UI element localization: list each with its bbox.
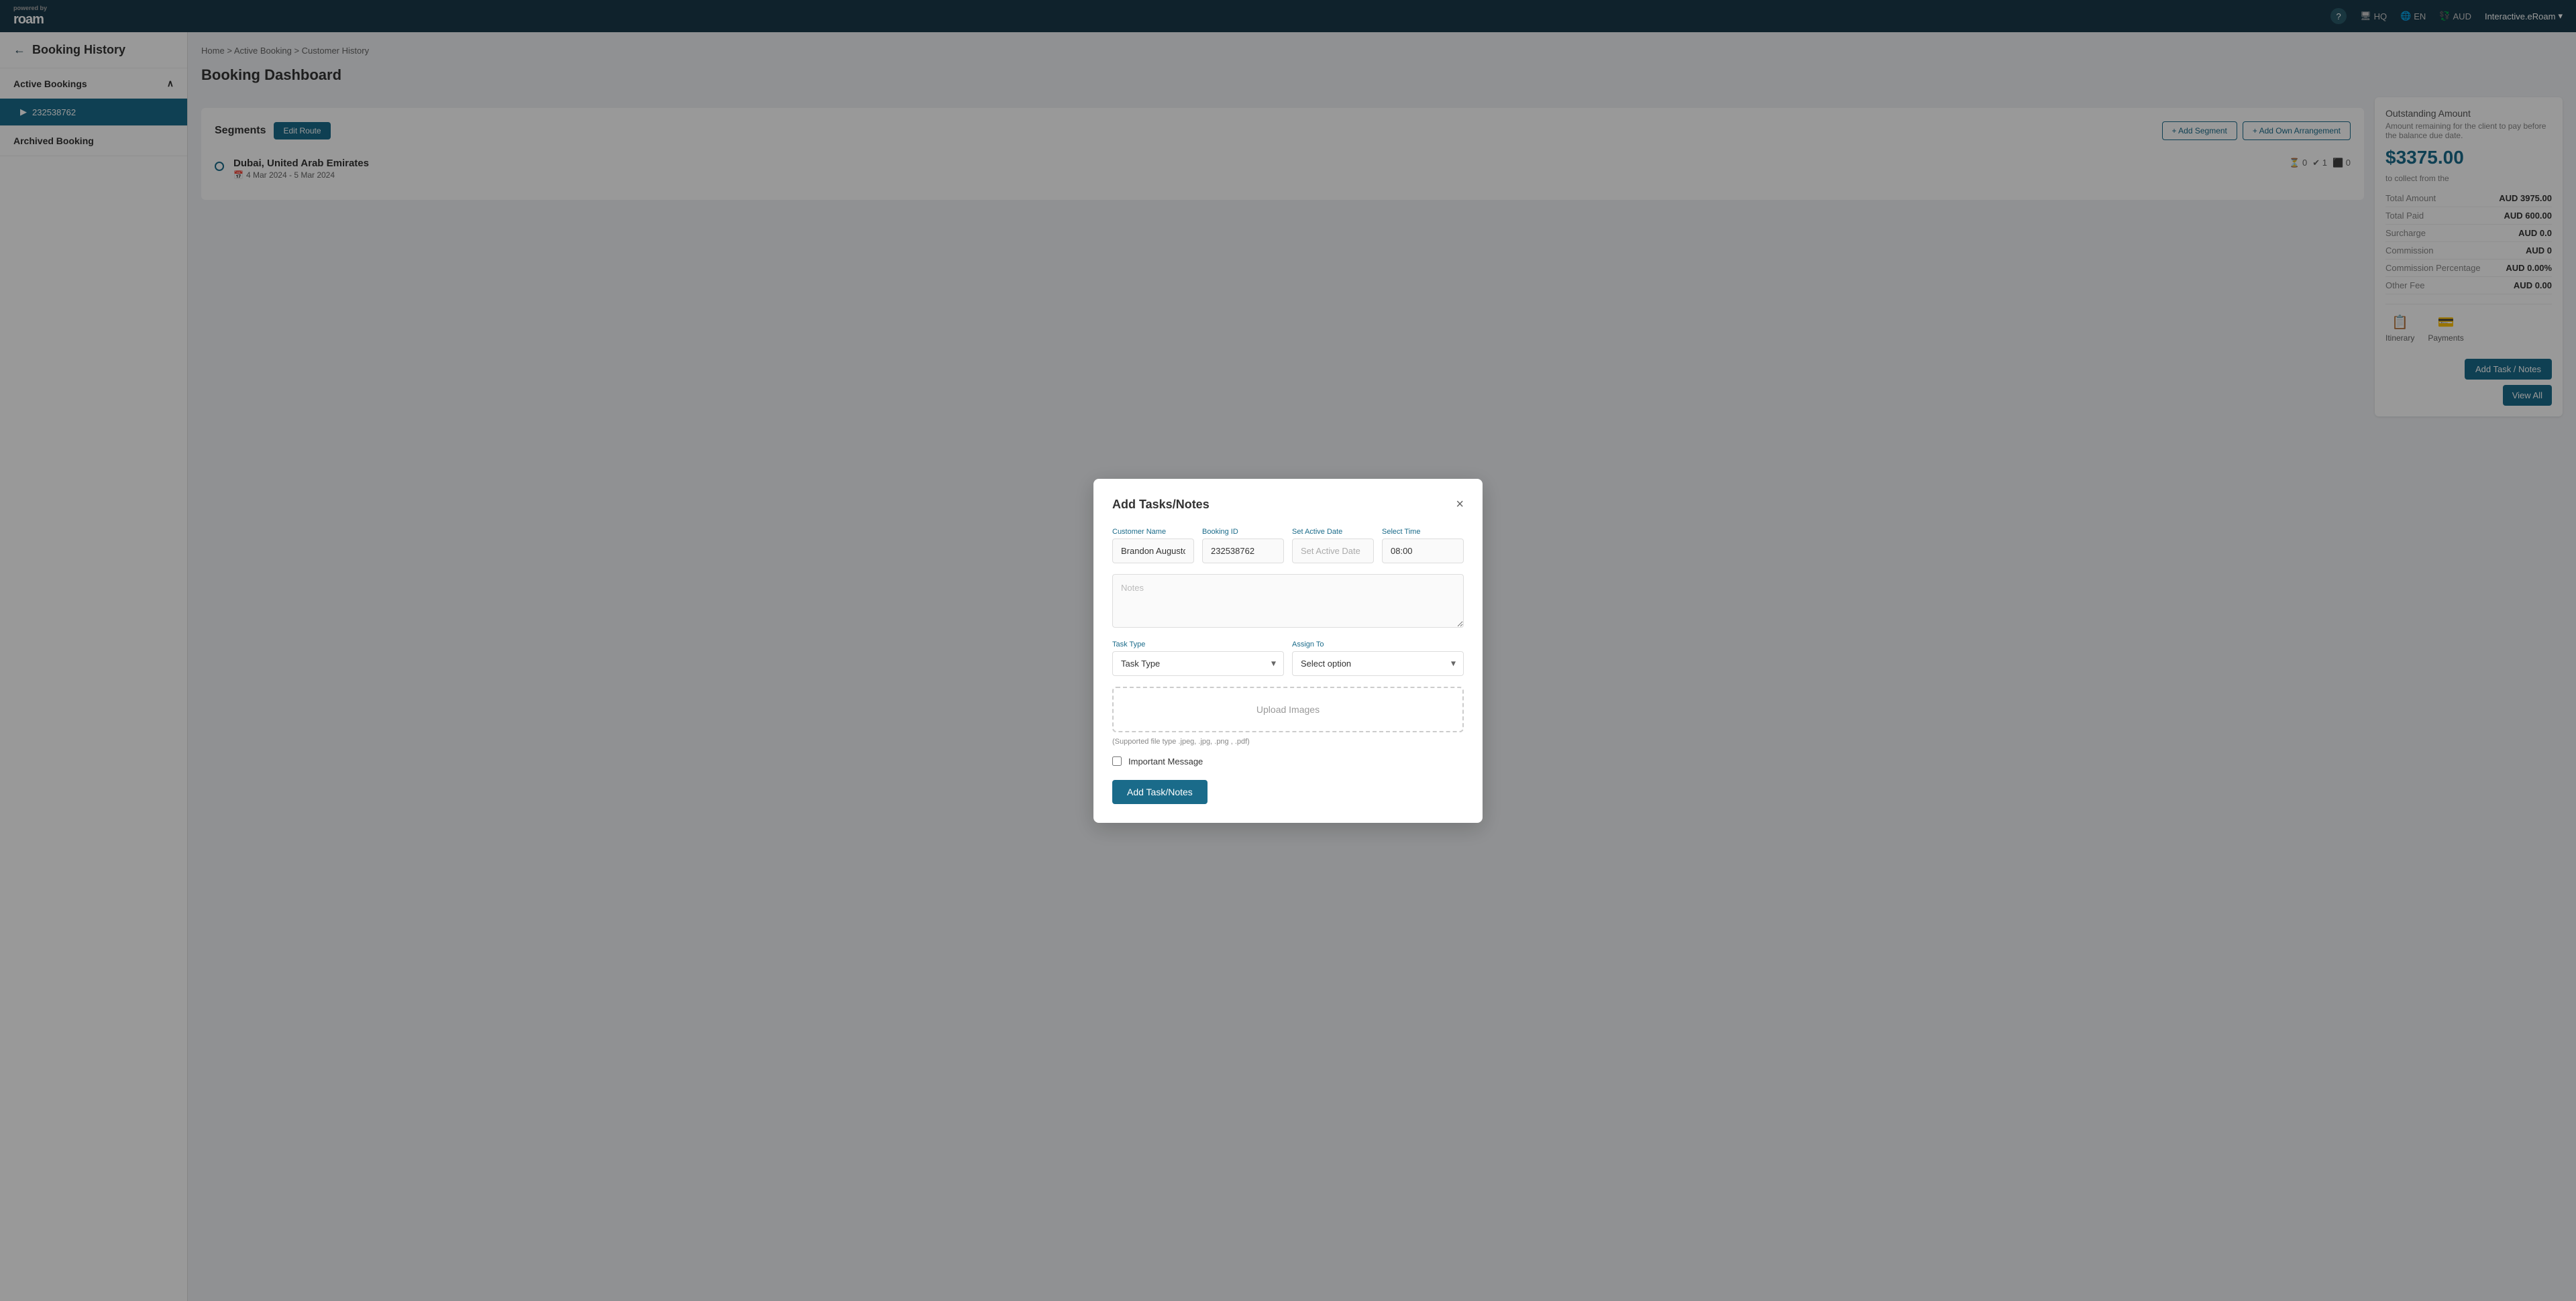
modal-close-button[interactable]: ×	[1456, 498, 1464, 511]
set-active-date-field: Set Active Date	[1292, 528, 1374, 563]
customer-name-field: Customer Name	[1112, 528, 1194, 563]
select-time-input[interactable]	[1382, 539, 1464, 563]
modal-selects: Task Type Task Type Follow Up Reminder N…	[1112, 640, 1464, 676]
important-label: Important Message	[1128, 756, 1203, 767]
booking-id-label: Booking ID	[1202, 528, 1284, 536]
notes-textarea[interactable]	[1112, 574, 1464, 628]
assign-to-select[interactable]: Select option Agent 1 Agent 2	[1292, 651, 1464, 676]
modal-fields: Customer Name Booking ID Set Active Date…	[1112, 528, 1464, 563]
select-time-field: Select Time	[1382, 528, 1464, 563]
upload-hint: (Supported file type .jpeg, .jpg, .png ,…	[1112, 738, 1464, 746]
assign-to-wrapper: Select option Agent 1 Agent 2	[1292, 651, 1464, 676]
task-type-group: Task Type Task Type Follow Up Reminder N…	[1112, 640, 1284, 676]
task-type-select[interactable]: Task Type Follow Up Reminder Note	[1112, 651, 1284, 676]
add-task-submit-button[interactable]: Add Task/Notes	[1112, 780, 1208, 804]
booking-id-field: Booking ID	[1202, 528, 1284, 563]
select-time-label: Select Time	[1382, 528, 1464, 536]
task-type-wrapper: Task Type Follow Up Reminder Note	[1112, 651, 1284, 676]
modal-header: Add Tasks/Notes ×	[1112, 498, 1464, 512]
customer-name-input[interactable]	[1112, 539, 1194, 563]
assign-to-group: Assign To Select option Agent 1 Agent 2	[1292, 640, 1464, 676]
assign-to-label: Assign To	[1292, 640, 1464, 648]
set-active-date-label: Set Active Date	[1292, 528, 1374, 536]
upload-area[interactable]: Upload Images	[1112, 687, 1464, 732]
booking-id-input[interactable]	[1202, 539, 1284, 563]
task-type-label: Task Type	[1112, 640, 1284, 648]
modal-overlay: Add Tasks/Notes × Customer Name Booking …	[0, 0, 2576, 1301]
modal-title: Add Tasks/Notes	[1112, 498, 1210, 512]
set-active-date-input[interactable]	[1292, 539, 1374, 563]
upload-label: Upload Images	[1256, 704, 1320, 715]
important-checkbox[interactable]	[1112, 756, 1122, 766]
customer-name-label: Customer Name	[1112, 528, 1194, 536]
important-message-row: Important Message	[1112, 756, 1464, 767]
add-tasks-modal: Add Tasks/Notes × Customer Name Booking …	[1093, 479, 1483, 823]
